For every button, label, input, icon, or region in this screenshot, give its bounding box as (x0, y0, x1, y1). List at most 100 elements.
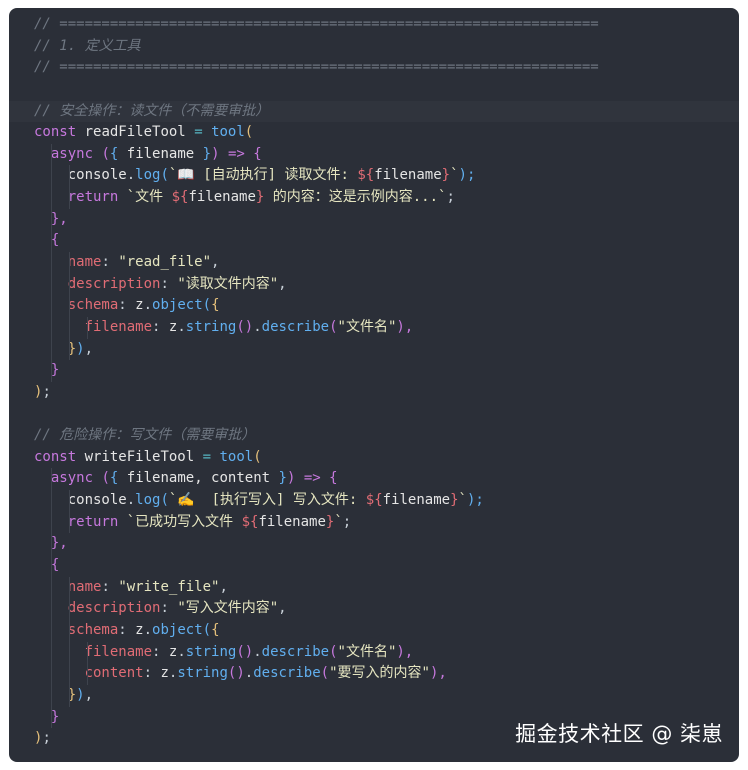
punctuation: ; (42, 730, 51, 747)
punctuation: . (177, 643, 186, 660)
code-editor: // =====================================… (9, 8, 739, 762)
identifier: readFileTool (84, 124, 186, 141)
bracket: ( (253, 448, 262, 465)
identifier: filename (382, 492, 451, 509)
template-string: `文件 (126, 189, 172, 206)
string: "要写入的内容" (329, 665, 430, 682)
bracket: () (236, 643, 254, 660)
code-line: // =====================================… (9, 57, 739, 79)
code-line: const readFileTool = tool( (9, 122, 739, 144)
code-line: { (9, 555, 739, 577)
operator: => (303, 470, 321, 487)
interpolation: ${ (365, 492, 383, 509)
bracket: }, (50, 210, 68, 227)
bracket: ( (202, 297, 212, 314)
punctuation: . (253, 643, 262, 660)
property-key: name (67, 578, 102, 595)
code-line: schema: z.object({ (9, 295, 739, 317)
punctuation: : (143, 665, 153, 682)
property-key: name (67, 254, 102, 271)
bracket: ( (329, 643, 338, 660)
code-line: schema: z.object({ (9, 619, 739, 642)
function-name: object (152, 297, 203, 314)
property-key: schema (67, 297, 119, 314)
template-string: ` (450, 167, 459, 184)
interpolation: } (450, 492, 459, 509)
bracket: { (211, 297, 220, 314)
keyword: const (34, 448, 77, 465)
code-line: async ({ filename }) => { (9, 143, 739, 166)
punctuation: ; (446, 189, 455, 206)
code-line: { (9, 230, 739, 253)
bracket: { (109, 470, 119, 487)
punctuation: , (84, 340, 94, 357)
function-name: describe (261, 318, 330, 335)
punctuation: . (126, 492, 136, 509)
function-name: tool (211, 124, 245, 141)
bracket: ), (396, 643, 414, 660)
punctuation: . (253, 318, 262, 335)
identifier: filename (374, 167, 442, 184)
identifier: filename (258, 513, 326, 530)
punctuation: : (160, 275, 169, 292)
bracket: { (50, 557, 60, 574)
bracket: ( (101, 145, 110, 162)
bracket: ); (458, 167, 476, 184)
code-line: // =====================================… (9, 14, 739, 36)
bracket: { (253, 145, 262, 162)
template-string: `✍️ [执行写入] 写入文件: (168, 492, 366, 509)
punctuation: : (101, 254, 110, 271)
function-name: describe (253, 665, 321, 682)
code-line: ); (9, 382, 739, 404)
punctuation: : (118, 297, 127, 314)
bracket: { (329, 470, 338, 487)
keyword: return (67, 189, 119, 206)
bracket: ( (160, 492, 169, 509)
code-line: console.log(`✍️ [执行写入] 写入文件: ${filename}… (9, 490, 739, 512)
identifier: console (67, 492, 127, 509)
code-line: async ({ filename, content }) => { (9, 468, 739, 491)
punctuation: . (126, 167, 136, 184)
punctuation: : (152, 643, 161, 660)
bracket: } (50, 362, 60, 379)
punctuation: , (219, 578, 228, 595)
code-line: const writeFileTool = tool( (9, 447, 739, 469)
bracket: ) (286, 470, 296, 487)
identifier: writeFileTool (84, 448, 195, 465)
bracket: ( (244, 124, 254, 141)
bracket: ( (329, 318, 338, 335)
bracket: } (202, 145, 212, 162)
comment: // =====================================… (34, 59, 599, 76)
watermark: 掘金技术社区 @ 柒崽 (515, 722, 723, 746)
punctuation: , (278, 275, 287, 292)
identifier: z (135, 297, 144, 314)
comment: // =====================================… (34, 16, 599, 32)
function-name: object (152, 621, 203, 638)
code-line: return `文件 ${filename} 的内容：这是示例内容...`; (9, 187, 739, 209)
comment: // 1. 定义工具 (34, 37, 141, 54)
punctuation: ; (342, 513, 352, 530)
code-line: content: z.string().describe("要写入的内容"), (9, 663, 739, 685)
keyword: async (50, 145, 94, 162)
function-name: tool (219, 448, 254, 465)
template-string: ` (458, 492, 467, 509)
code-line: } (9, 360, 739, 382)
property-key: description (67, 275, 161, 292)
punctuation: , (84, 686, 94, 703)
punctuation: , (211, 254, 220, 271)
bracket: } (278, 470, 287, 487)
string: "read_file" (118, 254, 212, 271)
parameter: filename (126, 145, 195, 162)
punctuation: : (101, 578, 110, 595)
identifier: filename (188, 189, 256, 206)
code-line: // 危险操作：写文件（需要审批） (9, 425, 739, 447)
operator: => (227, 145, 245, 162)
bracket: ( (320, 665, 330, 682)
property-key: filename (84, 318, 153, 335)
function-name: string (177, 665, 228, 682)
punctuation: , (278, 600, 287, 617)
code-line: // 安全操作：读文件（不需要审批） (9, 100, 739, 123)
identifier: console (67, 167, 127, 184)
punctuation: . (143, 621, 153, 638)
